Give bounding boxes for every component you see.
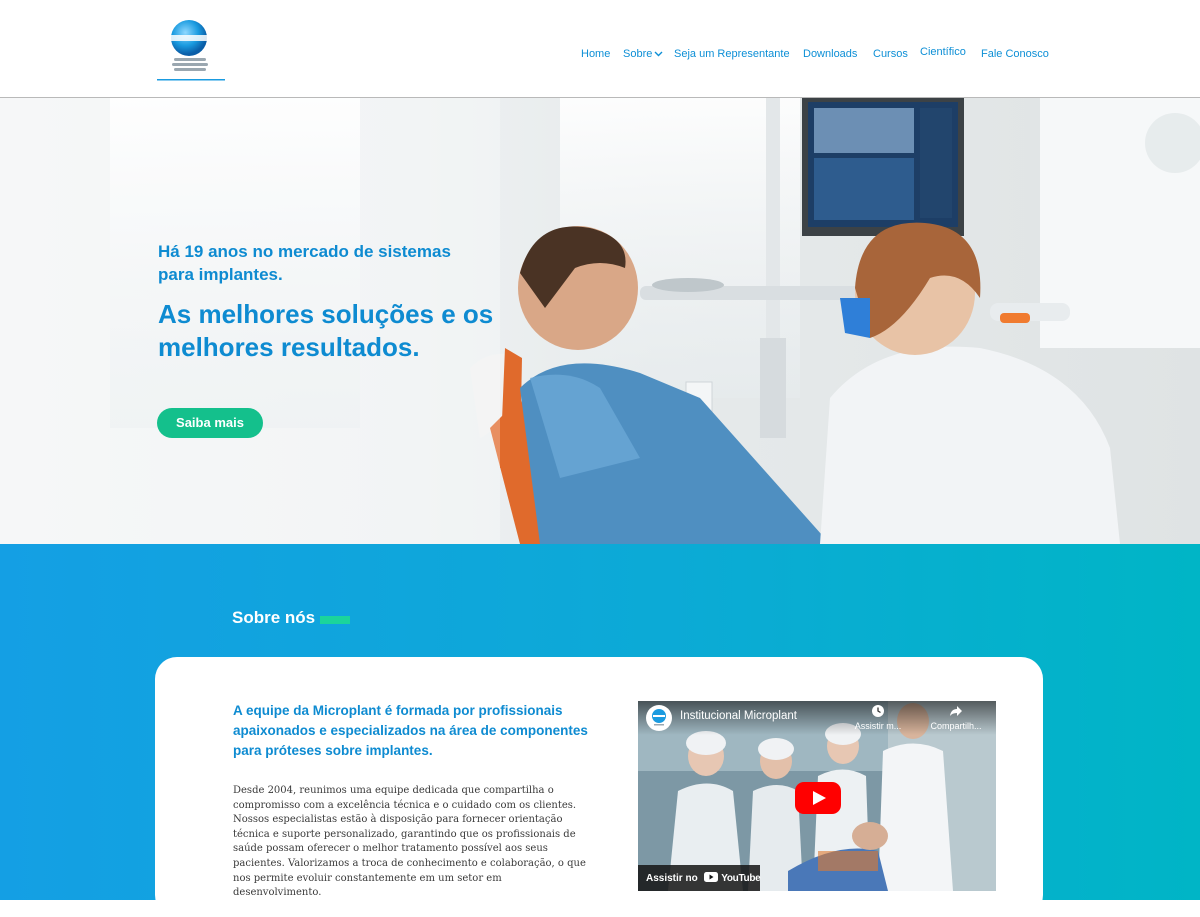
clock-icon (871, 705, 885, 720)
about-body-text: Desde 2004, reunimos uma equipe dedicada… (233, 785, 586, 899)
watch-on-label: Assistir no (646, 873, 698, 885)
about-section-title: Sobre nós (232, 608, 316, 627)
nav-sobre[interactable]: Sobre (623, 48, 663, 60)
watch-on-youtube-button[interactable]: Assistir no YouTube (638, 865, 761, 891)
site-header: Home Sobre Seja um Representante Downloa… (0, 0, 1200, 98)
share-label: Compartilh... (930, 721, 982, 731)
nav-fale-conosco[interactable]: Fale Conosco (981, 48, 1049, 60)
nav-downloads[interactable]: Downloads (803, 48, 857, 60)
about-card: A equipe da Microplant é formada por pro… (155, 657, 1043, 917)
video-player[interactable]: Institucional Microplant Assistir m... C… (638, 701, 996, 891)
video-title[interactable]: Institucional Microplant (680, 710, 797, 722)
hero-subtitle: Há 19 anos no mercado de sistemas para i… (158, 242, 451, 284)
title-accent-bar (320, 616, 350, 624)
watch-later-label: Assistir m... (854, 721, 902, 731)
channel-avatar[interactable] (646, 705, 672, 731)
hero-banner: Há 19 anos no mercado de sistemas para i… (0, 98, 1200, 544)
share-control[interactable]: Compartilh... (926, 704, 986, 731)
main-nav: Home Sobre Seja um Representante Downloa… (0, 46, 1200, 68)
about-heading: A equipe da Microplant é formada por pro… (233, 703, 588, 758)
share-icon (949, 706, 963, 720)
nav-cursos[interactable]: Cursos (873, 48, 908, 60)
hero-title: As melhores soluções e os melhores resul… (158, 299, 494, 362)
watch-later-control[interactable]: Assistir m... (848, 704, 908, 731)
chevron-down-icon (654, 48, 663, 60)
saiba-mais-button[interactable]: Saiba mais (157, 408, 263, 438)
youtube-wordmark: YouTube (721, 873, 761, 885)
about-section: Sobre nós A equipe da Microplant é forma… (0, 544, 1200, 917)
play-button[interactable] (795, 782, 841, 814)
nav-seja-representante[interactable]: Seja um Representante (674, 48, 790, 60)
nav-cientifico[interactable]: Científico (920, 46, 966, 58)
youtube-logo-icon (704, 872, 719, 885)
nav-home[interactable]: Home (581, 48, 610, 60)
nav-sobre-label: Sobre (623, 48, 653, 60)
